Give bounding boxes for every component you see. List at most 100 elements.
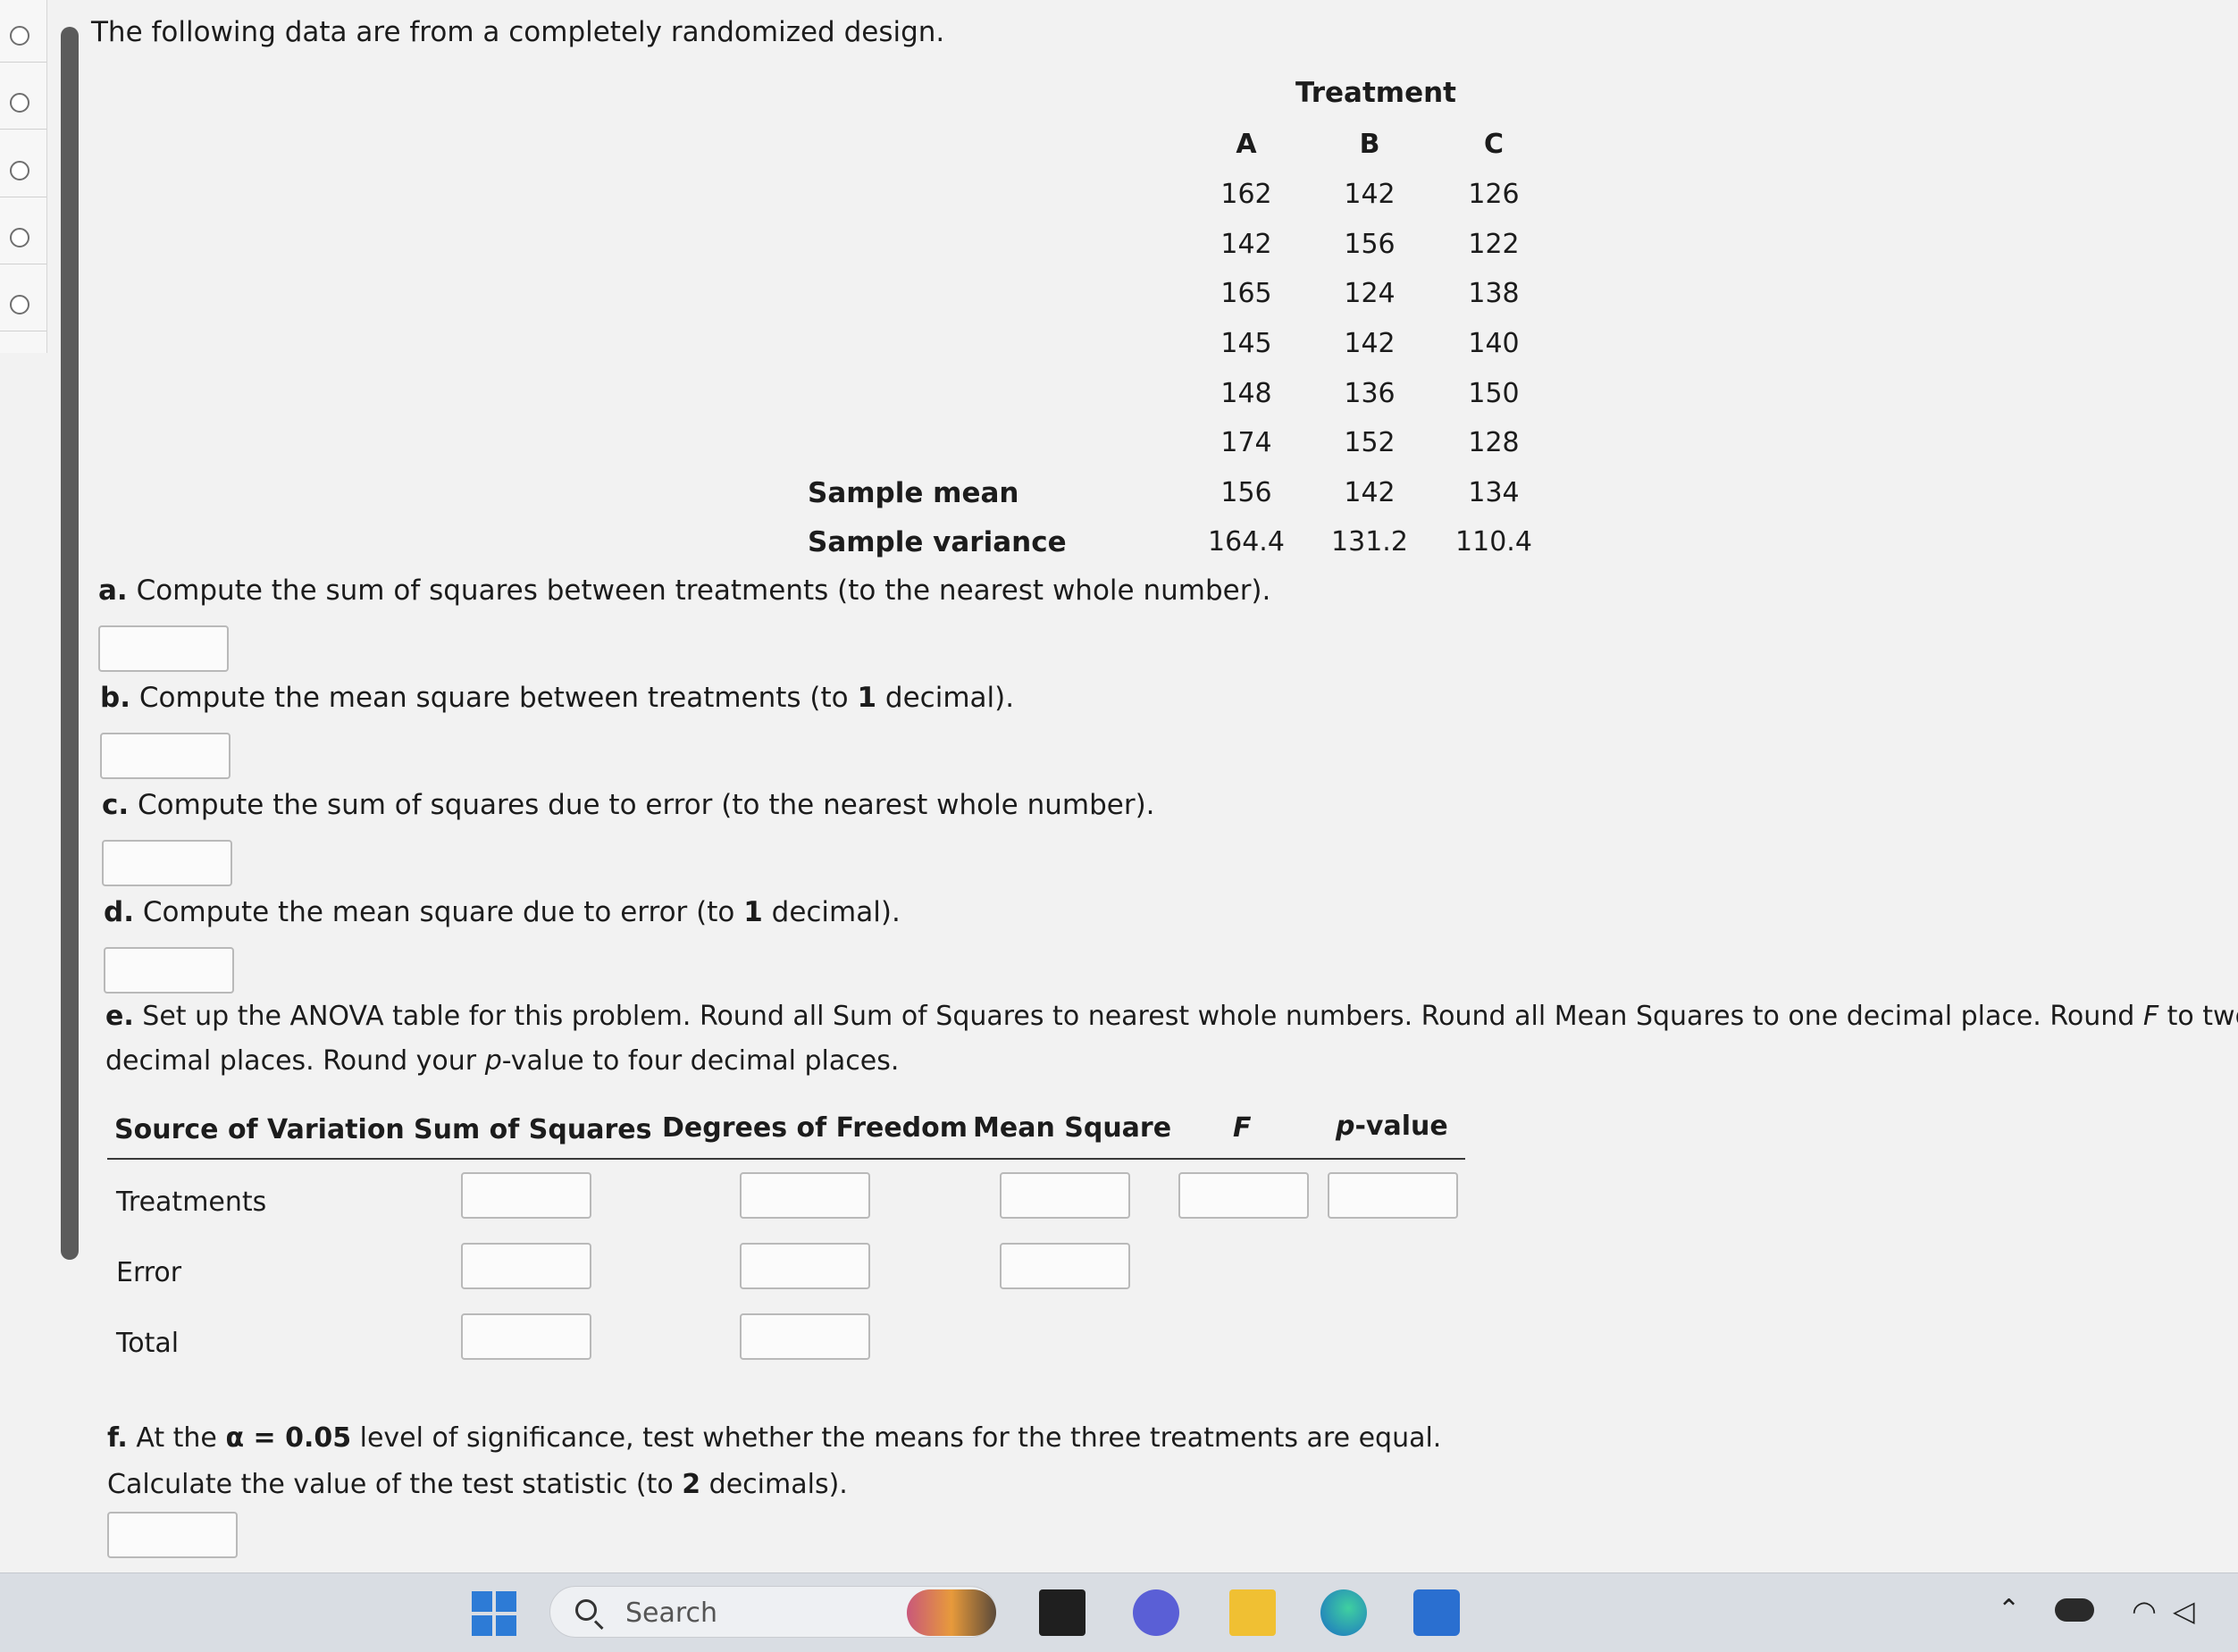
question-a-prompt: Compute the sum of squares between treat… (136, 574, 1271, 607)
anova-treatments-f-input[interactable] (1178, 1172, 1309, 1219)
question-c-input[interactable] (102, 840, 232, 886)
widgets-icon[interactable] (907, 1589, 996, 1636)
sample-variance-b: 131.2 (1331, 526, 1408, 558)
windows-taskbar: Search ⌃ ◠ ◁ (0, 1572, 2238, 1652)
question-letter: b. (100, 682, 130, 714)
chat-icon[interactable] (1133, 1589, 1179, 1636)
question-letter: d. (104, 896, 134, 928)
cloud-icon[interactable] (2055, 1598, 2094, 1622)
anova-error-df-input[interactable] (740, 1243, 870, 1289)
question-e-text-line1: e. Set up the ANOVA table for this probl… (105, 1001, 2238, 1033)
speaker-icon[interactable]: ◁ (2173, 1597, 2195, 1625)
f-symbol: F (2142, 1001, 2159, 1032)
anova-error-ms-input[interactable] (1000, 1243, 1130, 1289)
search-icon (575, 1599, 597, 1621)
question-a-input[interactable] (98, 625, 229, 672)
decimal-count: 1 (743, 896, 763, 928)
question-c-text: c. Compute the sum of squares due to err… (102, 789, 1155, 822)
anova-total-df-input[interactable] (740, 1313, 870, 1360)
anova-row-error-label: Error (116, 1257, 182, 1288)
anova-header-ss: Sum of Squares (414, 1114, 652, 1145)
question-f-line1-post: level of significance, test whether the … (351, 1422, 1442, 1454)
table-cell: 148 (1220, 378, 1272, 409)
question-d-prompt-post: decimal). (762, 896, 901, 928)
question-f-line1-pre: At the (136, 1422, 226, 1454)
anova-row-treatments-label: Treatments (116, 1187, 267, 1218)
sample-mean-b: 142 (1344, 477, 1396, 508)
p-symbol: p (1336, 1111, 1355, 1142)
anova-header-rule (107, 1158, 1465, 1160)
anova-total-ss-input[interactable] (461, 1313, 591, 1360)
anova-header-f: F (1233, 1112, 1252, 1144)
table-cell: 150 (1468, 378, 1520, 409)
sample-mean-c: 134 (1468, 477, 1520, 508)
question-letter: a. (98, 574, 128, 607)
table-cell: 145 (1220, 328, 1272, 359)
treatment-header: Treatment (1295, 77, 1457, 109)
search-placeholder: Search (625, 1597, 718, 1629)
question-d-prompt-pre: Compute the mean square due to error (to (142, 896, 744, 928)
question-f-line2-pre: Calculate the value of the test statisti… (107, 1469, 683, 1500)
column-header-c: C (1483, 129, 1505, 160)
question-f-input[interactable] (107, 1512, 238, 1558)
table-cell: 126 (1468, 179, 1520, 210)
table-cell: 152 (1344, 427, 1396, 458)
question-d-input[interactable] (104, 947, 234, 994)
sample-mean-a: 156 (1220, 477, 1272, 508)
table-cell: 162 (1220, 179, 1272, 210)
table-cell: 174 (1220, 427, 1272, 458)
folder-icon[interactable] (1229, 1589, 1276, 1636)
wifi-icon[interactable]: ◠ (2132, 1597, 2157, 1625)
question-f-text-line2: Calculate the value of the test statisti… (107, 1469, 848, 1501)
question-letter: f. (107, 1422, 128, 1454)
table-cell: 138 (1468, 278, 1520, 309)
question-letter: e. (105, 1001, 134, 1032)
question-a-text: a. Compute the sum of squares between tr… (98, 574, 1270, 608)
question-f-line2-post: decimals). (700, 1469, 848, 1500)
p-value-suffix: -value (1354, 1111, 1448, 1142)
anova-treatments-df-input[interactable] (740, 1172, 870, 1219)
chevron-up-icon[interactable]: ⌃ (1998, 1597, 2020, 1623)
table-cell: 142 (1220, 229, 1272, 260)
question-e-text-line2: decimal places. Round your p-value to fo… (105, 1045, 899, 1078)
question-e-line2-pre: decimal places. Round your (105, 1045, 485, 1077)
table-cell: 165 (1220, 278, 1272, 309)
anova-treatments-ss-input[interactable] (461, 1172, 591, 1219)
table-cell: 124 (1344, 278, 1396, 309)
table-cell: 142 (1344, 328, 1396, 359)
question-e-line1-pre: Set up the ANOVA table for this problem.… (142, 1001, 2143, 1032)
edge-icon[interactable] (1320, 1589, 1367, 1636)
sample-variance-a: 164.4 (1208, 526, 1285, 558)
anova-treatments-ms-input[interactable] (1000, 1172, 1130, 1219)
anova-row-total-label: Total (116, 1328, 180, 1359)
anova-error-ss-input[interactable] (461, 1243, 591, 1289)
windows-start-icon[interactable] (472, 1591, 516, 1636)
p-symbol: p (484, 1045, 502, 1077)
question-e-line1-post: to two (2167, 1001, 2238, 1032)
question-letter: c. (102, 789, 130, 821)
question-b-prompt-post: decimal). (876, 682, 1015, 714)
table-cell: 140 (1468, 328, 1520, 359)
table-cell: 136 (1344, 378, 1396, 409)
table-cell: 122 (1468, 229, 1520, 260)
sample-variance-c: 110.4 (1455, 526, 1532, 558)
intro-text: The following data are from a completely… (91, 16, 945, 48)
question-b-prompt-pre: Compute the mean square between treatmen… (138, 682, 858, 714)
anova-header-df: Degrees of Freedom (662, 1112, 968, 1144)
anova-header-source: Source of Variation (114, 1114, 405, 1145)
question-b-input[interactable] (100, 733, 231, 779)
sample-variance-label: Sample variance (808, 526, 1067, 558)
decimal-count: 1 (857, 682, 877, 714)
question-e-line2-post: -value to four decimal places. (501, 1045, 900, 1077)
decimal-count: 2 (682, 1469, 701, 1500)
anova-header-p-value: p-value (1336, 1111, 1448, 1143)
table-cell: 156 (1344, 229, 1396, 260)
table-cell: 142 (1344, 179, 1396, 210)
column-header-b: B (1359, 129, 1380, 160)
file-explorer-icon[interactable] (1039, 1589, 1085, 1636)
anova-treatments-p-value-input[interactable] (1328, 1172, 1458, 1219)
alpha-value: α = 0.05 (225, 1422, 352, 1454)
anova-header-ms: Mean Square (973, 1112, 1172, 1144)
question-d-text: d. Compute the mean square due to error … (104, 896, 901, 929)
store-icon[interactable] (1413, 1589, 1460, 1636)
